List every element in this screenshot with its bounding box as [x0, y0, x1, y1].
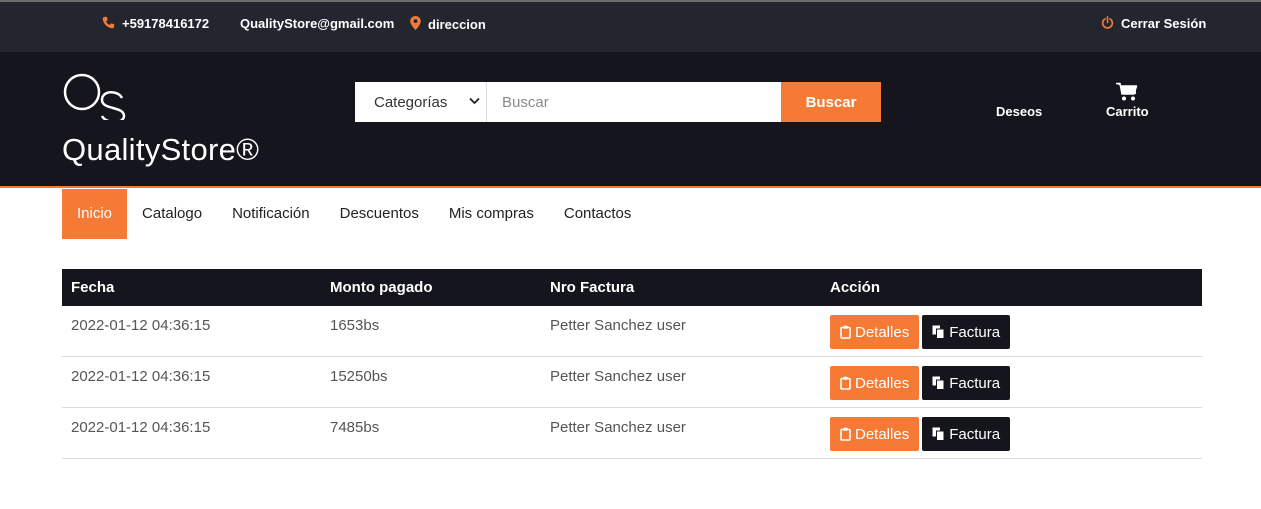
- table-header: Fecha Monto pagado Nro Factura Acción: [62, 269, 1202, 306]
- tab-inicio[interactable]: Inicio: [62, 189, 128, 239]
- cell-factura: Petter Sanchez user: [550, 368, 686, 385]
- invoice-label: Factura: [949, 374, 1001, 392]
- table-row: 2022-01-12 04:36:15 7485bs Petter Sanche…: [62, 408, 1202, 459]
- address-contact: direccion: [410, 16, 486, 32]
- tab-descuentos[interactable]: Descuentos: [325, 189, 434, 239]
- invoice-label: Factura: [949, 425, 1001, 443]
- tab-mis-compras[interactable]: Mis compras: [434, 189, 549, 239]
- purchases-table: Fecha Monto pagado Nro Factura Acción 20…: [62, 269, 1202, 459]
- cell-accion: Detalles Factura: [821, 357, 1202, 407]
- column-header-accion: Acción: [830, 279, 881, 296]
- details-button[interactable]: Detalles: [830, 315, 920, 349]
- tab-catalogo[interactable]: Catalogo: [127, 189, 217, 239]
- brand-name[interactable]: QualityStore®: [62, 132, 259, 168]
- map-pin-icon: [410, 16, 421, 32]
- invoice-button[interactable]: Factura: [922, 315, 1011, 349]
- details-label: Detalles: [855, 323, 910, 341]
- address-text: direccion: [428, 16, 486, 32]
- cart-icon[interactable]: [1116, 82, 1138, 102]
- email-contact: QualityStore@gmail.com: [240, 16, 394, 31]
- table-row: 2022-01-12 04:36:15 1653bs Petter Sanche…: [62, 306, 1202, 357]
- copy-icon: [932, 427, 945, 441]
- search-bar: Categorías Buscar: [355, 82, 881, 122]
- power-icon: [1101, 16, 1114, 31]
- main-header: QualityStore® Categorías Buscar Deseos C…: [0, 52, 1261, 188]
- brand-logo-icon[interactable]: [62, 72, 128, 120]
- phone-contact: +59178416172: [102, 16, 209, 31]
- tab-contactos[interactable]: Contactos: [549, 189, 647, 239]
- clipboard-icon: [840, 325, 851, 339]
- wishlist-label: Deseos: [996, 104, 1043, 119]
- search-input[interactable]: [487, 82, 781, 122]
- cell-monto: 1653bs: [330, 317, 380, 334]
- details-button[interactable]: Detalles: [830, 417, 920, 451]
- phone-icon: [102, 16, 115, 31]
- category-select-value: Categorías: [374, 93, 448, 111]
- column-header-fecha: Fecha: [71, 279, 115, 296]
- cell-fecha: 2022-01-12 04:36:15: [71, 419, 211, 436]
- copy-icon: [932, 376, 945, 390]
- cart-label: Carrito: [1106, 104, 1149, 119]
- wishlist-link[interactable]: Deseos: [996, 104, 1042, 119]
- details-label: Detalles: [855, 425, 910, 443]
- invoice-label: Factura: [949, 323, 1001, 341]
- cell-fecha: 2022-01-12 04:36:15: [71, 317, 211, 334]
- cell-monto: 15250bs: [330, 368, 388, 385]
- clipboard-icon: [840, 427, 851, 441]
- cell-fecha: 2022-01-12 04:36:15: [71, 368, 211, 385]
- cell-factura: Petter Sanchez user: [550, 317, 686, 334]
- column-header-factura: Nro Factura: [550, 279, 635, 296]
- phone-text: +59178416172: [122, 16, 210, 31]
- cell-accion: Detalles Factura: [821, 306, 1202, 356]
- clipboard-icon: [840, 376, 851, 390]
- email-text: QualityStore@gmail.com: [240, 16, 395, 31]
- logout-link[interactable]: Cerrar Sesión: [1101, 16, 1206, 31]
- logout-label: Cerrar Sesión: [1121, 16, 1207, 31]
- category-select[interactable]: Categorías: [355, 82, 487, 122]
- main-nav: Inicio Catalogo Notificación Descuentos …: [62, 189, 646, 239]
- chevron-down-icon: [469, 96, 480, 108]
- table-row: 2022-01-12 04:36:15 15250bs Petter Sanch…: [62, 357, 1202, 408]
- details-label: Detalles: [855, 374, 910, 392]
- cell-monto: 7485bs: [330, 419, 380, 436]
- copy-icon: [932, 325, 945, 339]
- details-button[interactable]: Detalles: [830, 366, 920, 400]
- cell-factura: Petter Sanchez user: [550, 419, 686, 436]
- column-header-monto: Monto pagado: [330, 279, 433, 296]
- cell-accion: Detalles Factura: [821, 408, 1202, 458]
- cart-link[interactable]: Carrito: [1106, 104, 1149, 119]
- invoice-button[interactable]: Factura: [922, 417, 1011, 451]
- top-info-bar: +59178416172 QualityStore@gmail.com dire…: [0, 0, 1261, 52]
- tab-notificacion[interactable]: Notificación: [217, 189, 325, 239]
- search-button[interactable]: Buscar: [781, 82, 881, 122]
- invoice-button[interactable]: Factura: [922, 366, 1011, 400]
